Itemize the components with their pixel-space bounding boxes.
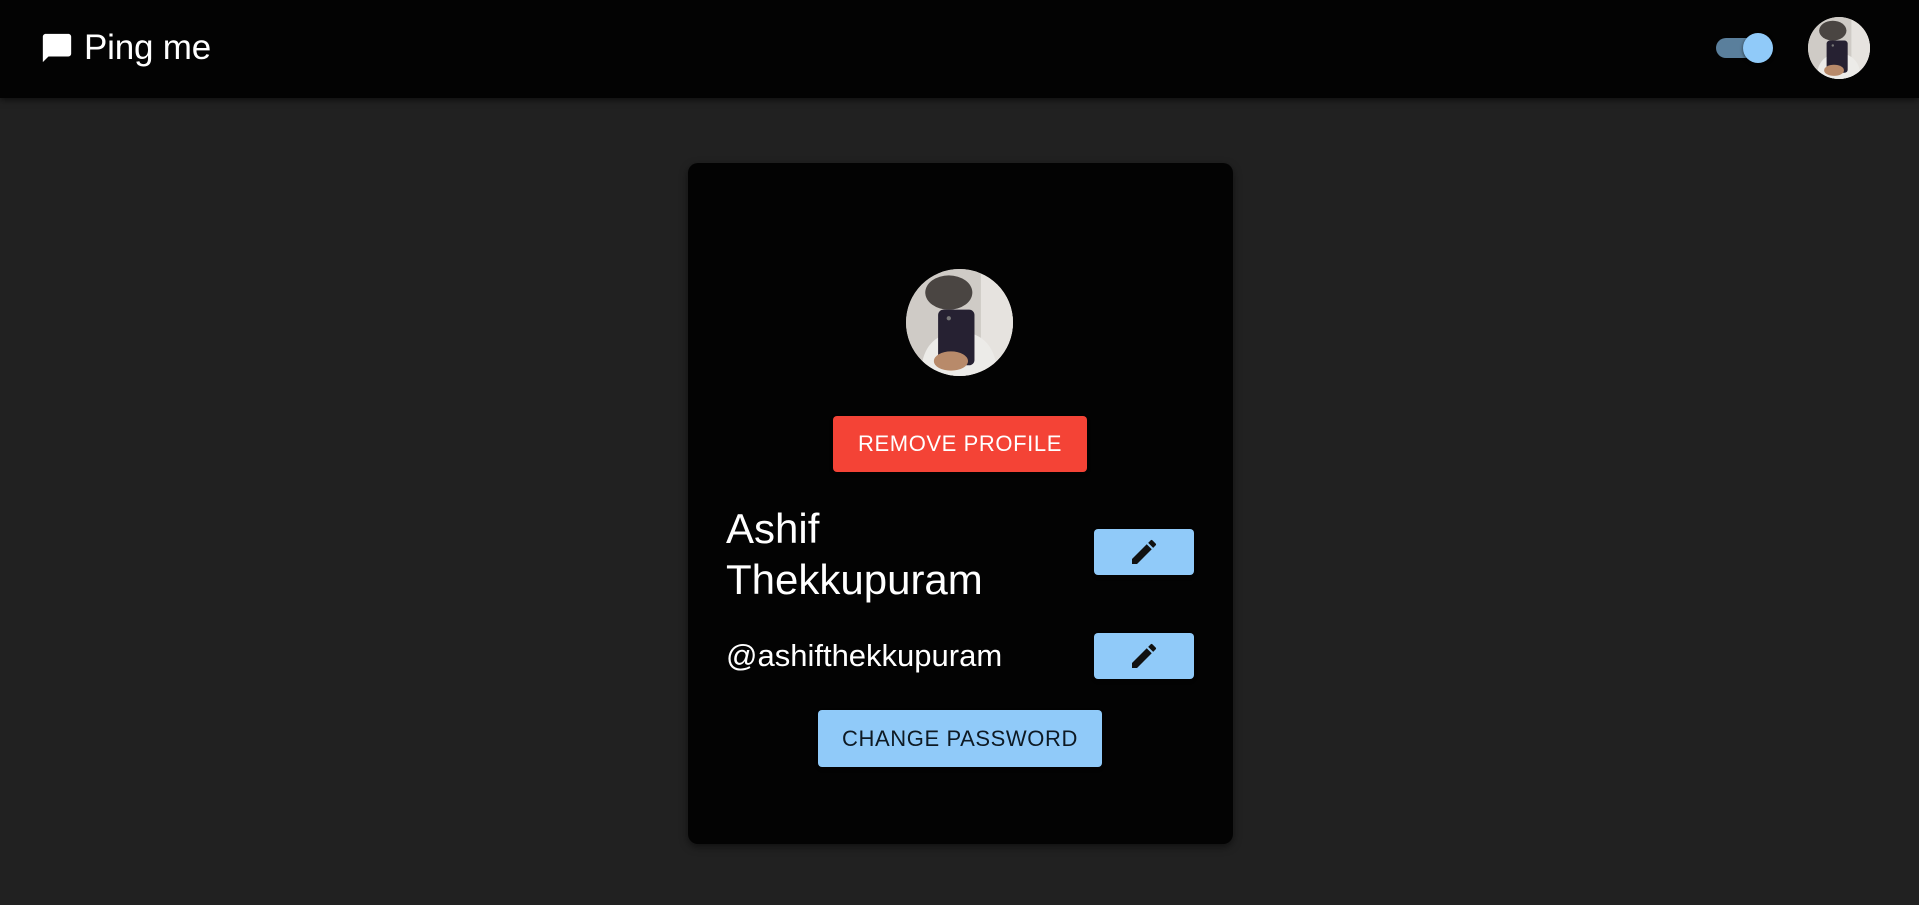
edit-name-button[interactable] [1094,529,1194,575]
change-password-button[interactable]: CHANGE PASSWORD [818,710,1102,767]
chat-icon [40,31,74,65]
edit-username-button[interactable] [1094,633,1194,679]
profile-name: Ashif Thekkupuram [726,505,983,603]
profile-card: REMOVE PROFILE Ashif Thekkupuram @ashift… [688,163,1233,844]
profile-avatar [906,269,1013,376]
app-bar: Ping me [0,0,1919,98]
toggle-thumb [1743,33,1773,63]
user-avatar[interactable] [1808,17,1870,79]
avatar-photo [1808,17,1870,79]
remove-profile-button[interactable]: REMOVE PROFILE [833,416,1087,472]
pencil-icon [1132,539,1157,564]
theme-toggle[interactable] [1714,33,1776,63]
app-title: Ping me [84,28,211,67]
pencil-icon [1132,643,1157,668]
profile-username: @ashifthekkupuram [726,638,1003,673]
brand[interactable]: Ping me [40,0,211,96]
avatar-photo [906,269,1013,376]
